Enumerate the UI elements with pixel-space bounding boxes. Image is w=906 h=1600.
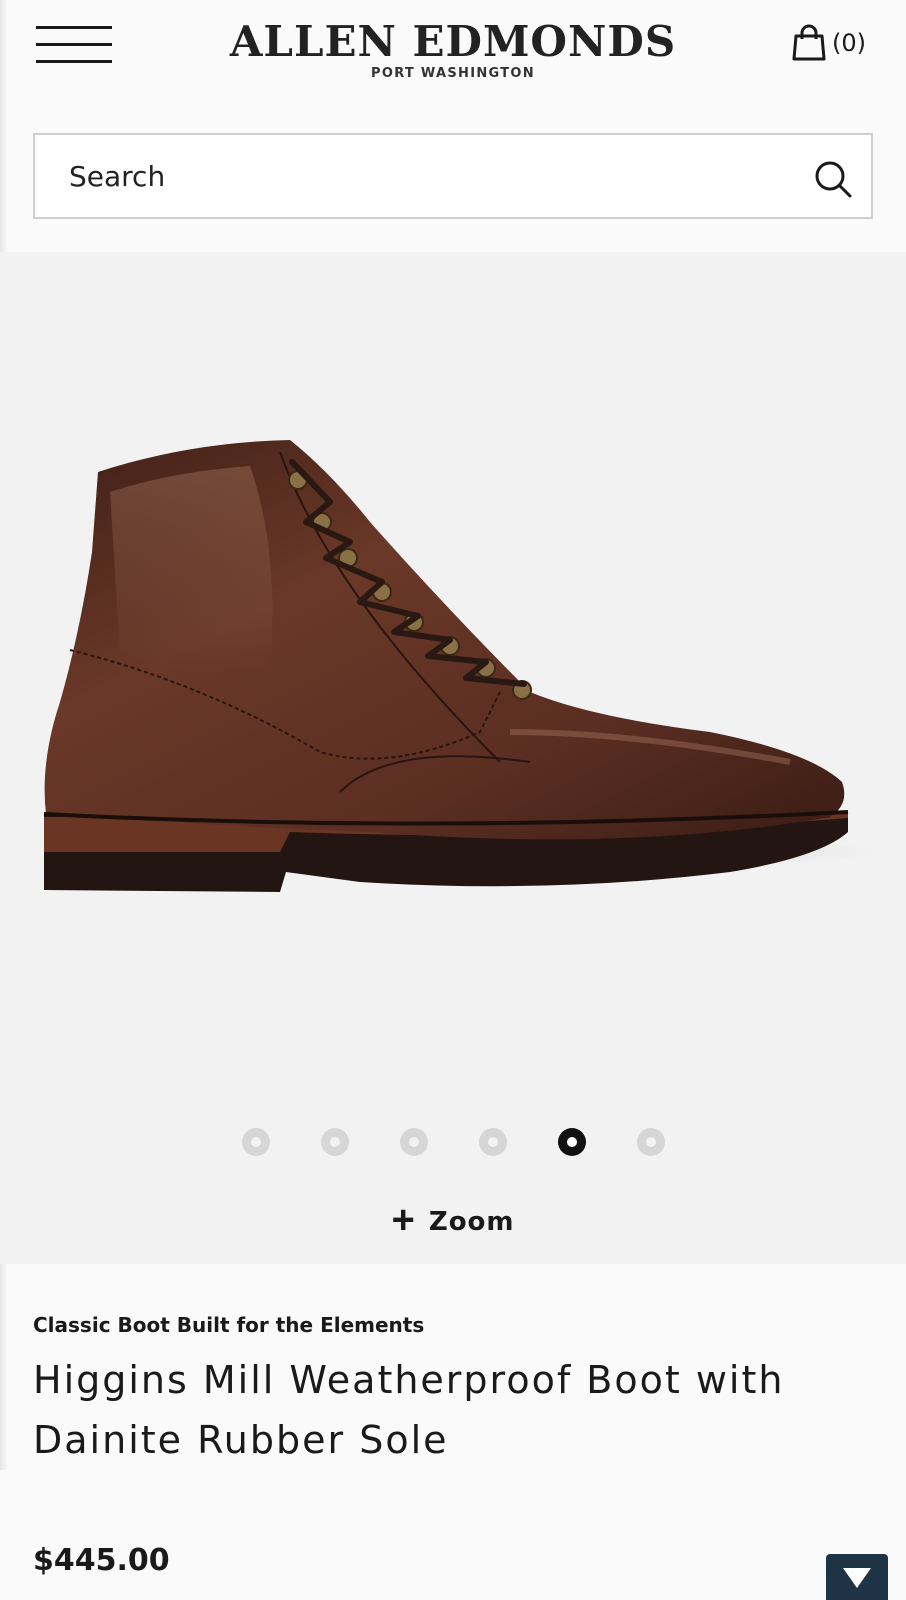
site-header: ALLEN EDMONDS PORT WASHINGTON (0) [0, 0, 906, 120]
zoom-label: Zoom [428, 1207, 515, 1237]
product-price: $445.00 [33, 1543, 170, 1578]
product-image[interactable] [30, 432, 880, 912]
carousel-dot[interactable] [637, 1128, 665, 1156]
product-tagline: Classic Boot Built for the Elements [33, 1313, 425, 1337]
plus-icon: + [391, 1198, 415, 1242]
search-input[interactable] [69, 135, 769, 217]
carousel-dot[interactable] [321, 1128, 349, 1156]
carousel-dot[interactable] [400, 1128, 428, 1156]
shopping-bag-icon [792, 24, 826, 61]
search-bar [33, 133, 873, 219]
brand-logo[interactable]: ALLEN EDMONDS PORT WASHINGTON [200, 16, 706, 81]
cart-count: (0) [832, 29, 866, 57]
carousel-dot[interactable] [479, 1128, 507, 1156]
carousel-dots [0, 1128, 906, 1158]
scroll-down-button[interactable] [826, 1554, 888, 1600]
product-gallery[interactable]: + Zoom [0, 252, 906, 1264]
hamburger-menu-icon[interactable] [36, 26, 112, 64]
carousel-dot[interactable] [242, 1128, 270, 1156]
product-title: Higgins Mill Weatherproof Boot with Dain… [33, 1358, 785, 1462]
chevron-down-icon [843, 1568, 871, 1588]
brand-subtitle: PORT WASHINGTON [371, 66, 535, 81]
carousel-dot-active[interactable] [558, 1128, 586, 1156]
search-icon[interactable] [813, 159, 853, 199]
brand-name: ALLEN EDMONDS [229, 17, 677, 66]
zoom-button[interactable]: + Zoom [0, 1198, 906, 1242]
cart-button[interactable]: (0) [790, 22, 866, 64]
